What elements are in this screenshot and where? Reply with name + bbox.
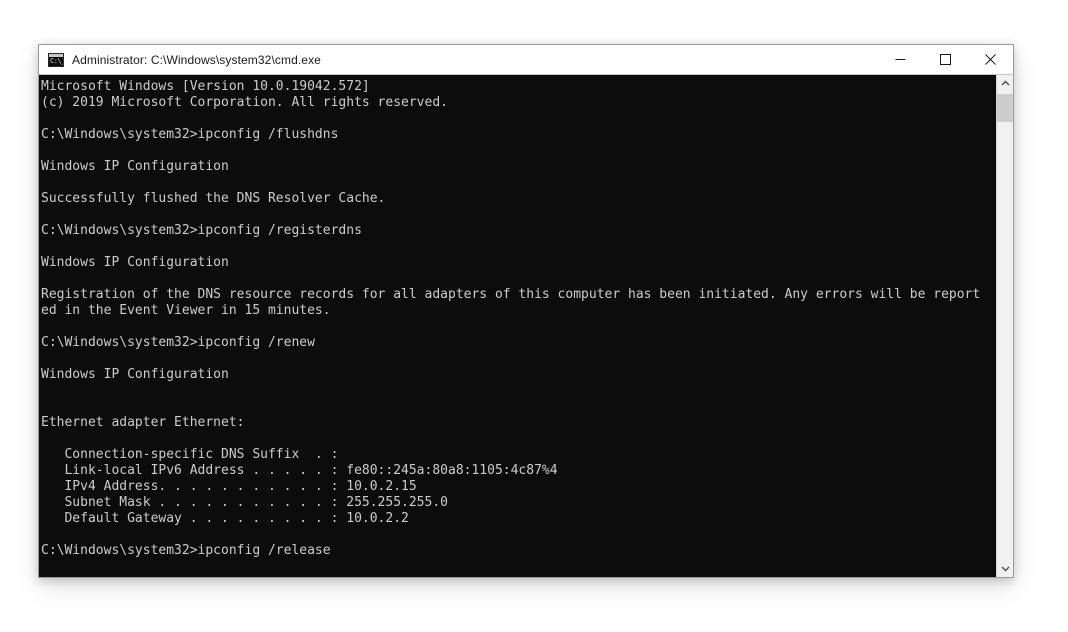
command-prompt-window[interactable]: C:\_ Administrator: C:\Windows\system32\… <box>38 44 1014 578</box>
terminal-line: Successfully flushed the DNS Resolver Ca… <box>41 191 386 206</box>
terminal-line: C:\Windows\system32>ipconfig /renew <box>41 335 315 350</box>
terminal-line: C:\Windows\system32>ipconfig /release <box>41 543 331 558</box>
terminal-line: Windows IP Configuration <box>41 367 229 382</box>
terminal-line: ed in the Event Viewer in 15 minutes. <box>41 303 331 318</box>
maximize-icon <box>940 54 951 65</box>
terminal-scrollbar[interactable] <box>996 75 1013 577</box>
terminal-line: Windows IP Configuration <box>41 255 229 270</box>
terminal-line: Default Gateway . . . . . . . . . : 10.0… <box>41 511 409 526</box>
scrollbar-thumb[interactable] <box>997 94 1013 122</box>
scrollbar-track[interactable] <box>997 92 1013 560</box>
terminal-line: C:\Windows\system32>ipconfig /flushdns <box>41 127 339 142</box>
close-icon <box>985 54 996 65</box>
terminal-area[interactable]: Microsoft Windows [Version 10.0.19042.57… <box>39 74 1013 577</box>
scrollbar-down-arrow[interactable] <box>997 560 1013 577</box>
terminal-line: Windows IP Configuration <box>41 159 229 174</box>
console-icon: C:\_ <box>48 52 64 67</box>
terminal-line: Link-local IPv6 Address . . . . . : fe80… <box>41 463 558 478</box>
terminal-line: Ethernet adapter Ethernet: <box>41 415 245 430</box>
terminal-line: Microsoft Windows [Version 10.0.19042.57… <box>41 79 370 94</box>
terminal-line: (c) 2019 Microsoft Corporation. All righ… <box>41 95 448 110</box>
terminal-line: Subnet Mask . . . . . . . . . . . : 255.… <box>41 495 448 510</box>
window-controls <box>878 45 1013 74</box>
window-title: Administrator: C:\Windows\system32\cmd.e… <box>72 52 321 67</box>
terminal-output[interactable]: Microsoft Windows [Version 10.0.19042.57… <box>39 75 996 577</box>
minimize-button[interactable] <box>878 45 923 74</box>
close-button[interactable] <box>968 45 1013 74</box>
terminal-line: C:\Windows\system32>ipconfig /registerdn… <box>41 223 362 238</box>
scrollbar-up-arrow[interactable] <box>997 75 1013 92</box>
title-bar[interactable]: C:\_ Administrator: C:\Windows\system32\… <box>39 45 1013 74</box>
maximize-button[interactable] <box>923 45 968 74</box>
terminal-line: Connection-specific DNS Suffix . : <box>41 447 347 462</box>
terminal-line: IPv4 Address. . . . . . . . . . . : 10.0… <box>41 479 417 494</box>
console-icon-prompt-text: C:\_ <box>50 56 64 65</box>
minimize-icon <box>895 59 906 60</box>
chevron-up-icon <box>1001 80 1009 86</box>
terminal-line: Registration of the DNS resource records… <box>41 287 981 302</box>
chevron-down-icon <box>1001 566 1009 572</box>
